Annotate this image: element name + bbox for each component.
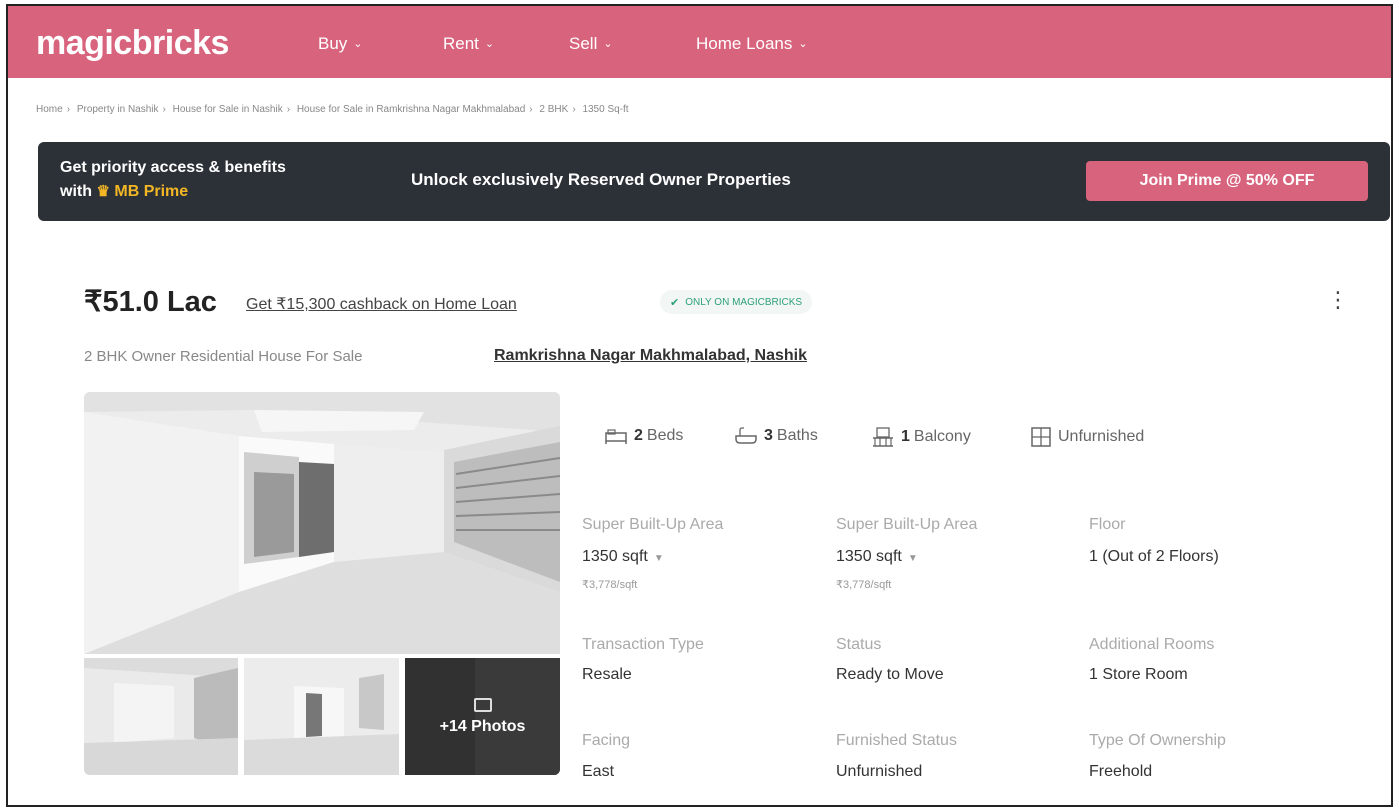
- breadcrumb-separator: ›: [162, 104, 166, 115]
- baths-count: 3: [764, 427, 773, 444]
- chevron-down-icon: ⌄: [353, 38, 363, 50]
- super-area-dropdown[interactable]: 1350 sqft ▼: [582, 548, 664, 566]
- floor-value: 1 (Out of 2 Floors): [1089, 548, 1219, 565]
- beds-label: Beds: [646, 427, 684, 444]
- nav-home-loans-label: Home Loans: [696, 34, 793, 53]
- furnished-status-label: Furnished Status: [836, 732, 957, 749]
- magicbricks-logo[interactable]: magicbricks: [36, 24, 229, 63]
- beds-info: 2 Beds: [604, 427, 683, 445]
- nav-home-loans[interactable]: Home Loans ⌄: [696, 34, 808, 54]
- gallery-icon: [473, 697, 492, 712]
- balcony-label: Balcony: [913, 428, 971, 445]
- chevron-down-icon: ⌄: [484, 38, 495, 50]
- check-icon: ✔: [670, 296, 680, 309]
- furnishing-label: Unfurnished: [1058, 428, 1145, 445]
- super-area-value: 1350 sqft: [582, 548, 648, 565]
- chevron-down-icon: ⌄: [603, 38, 613, 50]
- facing-value: East: [582, 763, 615, 780]
- price-per-sqft: ₹3,778/sqft: [836, 579, 892, 591]
- prime-headline: Unlock exclusively Reserved Owner Proper…: [411, 170, 791, 189]
- crown-icon: ♛: [96, 183, 110, 200]
- baths-label: Baths: [776, 427, 818, 444]
- additional-rooms-label: Additional Rooms: [1089, 636, 1215, 653]
- caret-down-icon: ▼: [907, 553, 918, 564]
- join-prime-button[interactable]: Join Prime @ 50% OFF: [1086, 161, 1368, 201]
- chevron-down-icon: ⌄: [798, 38, 808, 50]
- super-area-value: 1350 sqft: [836, 548, 902, 565]
- room-thumbnail-image: [244, 658, 399, 775]
- exclusive-badge-label: ONLY ON MAGICBRICKS: [685, 296, 803, 308]
- more-options-icon[interactable]: ⋮: [1326, 286, 1350, 316]
- caret-down-icon: ▼: [653, 553, 664, 564]
- nav-sell-label: Sell: [569, 34, 598, 53]
- wardrobe-icon: [1030, 427, 1052, 447]
- balcony-info: 1 Balcony: [871, 427, 971, 447]
- prime-benefits-text: Get priority access & benefits with ♛ MB…: [60, 156, 286, 204]
- furnishing-info: Unfurnished: [1030, 427, 1144, 447]
- additional-rooms-value: 1 Store Room: [1089, 666, 1188, 683]
- prime-banner: Get priority access & benefits with ♛ MB…: [38, 142, 1390, 221]
- breadcrumb-area[interactable]: 1350 Sq-ft: [582, 104, 628, 115]
- listing-subtitle: 2 BHK Owner Residential House For Sale: [84, 348, 363, 365]
- breadcrumb: Home › Property in Nashik › House for Sale…: [36, 104, 629, 115]
- locality-link[interactable]: Ramkrishna Nagar Makhmalabad, Nashik: [494, 347, 807, 365]
- page-frame: magicbricks Buy ⌄ Rent ⌄ Sell ⌄ Home Loans ⌄…: [6, 4, 1393, 807]
- nav-buy[interactable]: Buy ⌄: [318, 34, 363, 54]
- breadcrumb-home[interactable]: Home: [36, 104, 63, 115]
- room-thumbnail-image: [84, 658, 238, 775]
- breadcrumb-house-for-sale-nashik[interactable]: House for Sale in Nashik: [173, 104, 283, 115]
- ownership-type-value: Freehold: [1089, 763, 1153, 780]
- breadcrumb-house-for-sale-locality[interactable]: House for Sale in Ramkrishna Nagar Makhm…: [297, 104, 525, 115]
- more-photos-label: +14 Photos: [439, 717, 526, 735]
- facing-label: Facing: [582, 732, 631, 749]
- listing-price: ₹51.0 Lac: [84, 286, 217, 318]
- balcony-icon: [871, 427, 895, 447]
- breadcrumb-separator: ›: [286, 104, 291, 115]
- price-per-sqft: ₹3,778/sqft: [582, 579, 638, 591]
- photo-thumbnail[interactable]: [244, 658, 399, 775]
- status-label: Status: [836, 636, 882, 653]
- balcony-count: 1: [901, 428, 910, 445]
- super-area-label: Super Built-Up Area: [582, 516, 724, 533]
- bathtub-icon: [734, 427, 758, 445]
- ownership-type-label: Type Of Ownership: [1089, 732, 1226, 749]
- prime-line2: with ♛ MB Prime: [60, 180, 286, 204]
- photo-thumbnail[interactable]: [84, 658, 238, 775]
- nav-buy-label: Buy: [318, 34, 348, 53]
- main-property-photo[interactable]: [84, 392, 560, 654]
- room-interior-image: [84, 392, 560, 654]
- more-photos-overlay[interactable]: +14 Photos: [405, 658, 560, 775]
- breadcrumb-separator: ›: [529, 104, 533, 115]
- nav-sell[interactable]: Sell ⌄: [569, 34, 613, 54]
- exclusive-badge: ✔ ONLY ON MAGICBRICKS: [660, 290, 813, 314]
- super-area-dropdown[interactable]: 1350 sqft ▼: [836, 548, 918, 566]
- bed-icon: [604, 427, 628, 445]
- super-area-label: Super Built-Up Area: [836, 516, 978, 533]
- breadcrumb-separator: ›: [572, 104, 576, 115]
- breadcrumb-2bhk[interactable]: 2 BHK: [539, 104, 568, 115]
- beds-count: 2: [634, 427, 643, 444]
- prime-line1: Get priority access & benefits: [60, 159, 286, 176]
- transaction-type-value: Resale: [582, 666, 632, 683]
- top-navbar: magicbricks Buy ⌄ Rent ⌄ Sell ⌄ Home Loans ⌄: [8, 6, 1391, 78]
- cashback-link[interactable]: Get ₹15,300 cashback on Home Loan: [246, 294, 517, 314]
- floor-label: Floor: [1089, 516, 1126, 533]
- status-value: Ready to Move: [836, 666, 944, 683]
- transaction-type-label: Transaction Type: [582, 636, 704, 653]
- mb-prime-brand: MB Prime: [114, 183, 189, 200]
- breadcrumb-separator: ›: [66, 104, 71, 115]
- breadcrumb-property-in-nashik[interactable]: Property in Nashik: [77, 104, 159, 115]
- baths-info: 3 Baths: [734, 427, 818, 445]
- prime-with-text: with: [60, 183, 92, 200]
- nav-rent[interactable]: Rent ⌄: [443, 34, 494, 54]
- furnished-status-value: Unfurnished: [836, 763, 923, 780]
- nav-rent-label: Rent: [443, 34, 479, 53]
- more-photos-thumbnail[interactable]: +14 Photos: [405, 658, 560, 775]
